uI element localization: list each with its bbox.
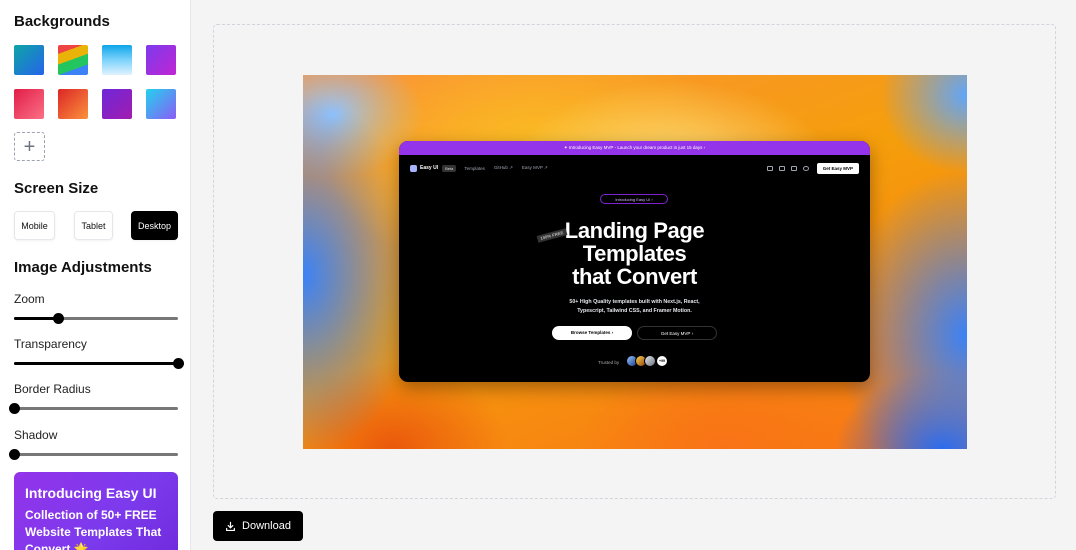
mock-navbar: Easy UI Beta Templates GitHub ↗ Easy MVP… [410,162,859,174]
mock-avatar-count: +99 [656,355,668,367]
zoom-label: Zoom [14,292,45,306]
zoom-slider-thumb[interactable] [53,313,65,324]
swatch-orange-red[interactable] [58,89,88,119]
screen-size-tablet-button[interactable]: Tablet [74,211,113,240]
backgrounds-title: Backgrounds [14,13,110,30]
screen-size-title: Screen Size [14,180,99,197]
mock-headline: Landing Page Templates that Convert [399,219,870,288]
mock-headline-line: that Convert [572,264,697,289]
zoom-slider-fill [14,317,59,320]
mock-avatar [644,355,656,367]
border-radius-slider-thumb[interactable] [9,403,20,414]
preview-image: ✦ Introducing Easy MVP - Launch your dre… [303,75,967,449]
mock-trusted-by: Trusted by [598,360,620,365]
mock-intro-pill: Introducing Easy UI › [600,194,668,204]
mock-theme-toggle-icon [802,165,809,171]
mock-brand: Easy UI [420,165,439,171]
add-background-button[interactable]: + [14,132,45,161]
mock-nav-link-easy-mvp: Easy MVP ↗ [521,165,548,170]
download-icon [226,521,235,531]
plus-icon: + [23,135,36,158]
screen-size-mobile-button[interactable]: Mobile [14,211,55,240]
mock-headline-line: Landing Page [564,218,705,243]
shadow-label: Shadow [14,428,58,442]
mock-announcement-banner: ✦ Introducing Easy MVP - Launch your dre… [399,141,870,155]
mock-browse-templates-button: Browse Templates › [552,326,632,340]
mock-subtitle-line: 50+ High Quality templates built with Ne… [569,299,700,305]
mock-subtitle-line: Typescript, Tailwind CSS, and Framer Mot… [577,308,692,314]
download-button[interactable]: Download [213,511,303,541]
transparency-slider[interactable] [14,358,184,369]
download-label: Download [242,520,291,532]
transparency-label: Transparency [14,337,87,351]
mock-social-icon [766,165,773,171]
screenshot-mockup: ✦ Introducing Easy MVP - Launch your dre… [399,141,870,382]
zoom-slider[interactable] [14,313,178,324]
swatch-purple-violet[interactable] [146,45,176,75]
mock-social-icon [778,165,785,171]
swatch-sky-clouds[interactable] [102,45,132,75]
mock-social-icon [790,165,797,171]
transparency-slider-fill [14,362,178,365]
image-adjustments-title: Image Adjustments [14,259,152,276]
border-radius-label: Border Radius [14,382,91,396]
mock-cta-button: Get Easy MVP [816,162,859,174]
promo-body: Collection of 50+ FREE Website Templates… [25,508,162,550]
mock-nav-link-github: GitHub ↗ [493,165,513,170]
promo-title: Introducing Easy UI [25,485,157,501]
swatch-red-pink[interactable] [14,89,44,119]
swatch-teal-blue[interactable] [14,45,44,75]
mock-subtitle: 50+ High Quality templates built with Ne… [399,298,870,316]
shadow-slider-thumb[interactable] [9,449,20,460]
swatch-deep-purple[interactable] [102,89,132,119]
swatch-rainbow-stripes[interactable] [58,45,88,75]
screen-size-desktop-button[interactable]: Desktop [131,211,178,240]
mock-beta-badge: Beta [442,164,457,172]
mock-get-easy-mvp-button: Get Easy MVP › [637,326,717,340]
transparency-slider-thumb[interactable] [173,358,184,369]
mock-nav-link-templates: Templates [464,165,485,171]
border-radius-slider[interactable] [9,403,178,414]
swatch-cyan-violet[interactable] [146,89,176,119]
mock-headline-line: Templates [582,241,687,266]
sidebar: Backgrounds + Screen Size Mobile Tablet … [0,0,191,550]
promo-card[interactable]: Introducing Easy UI Collection of 50+ FR… [14,472,178,550]
shadow-slider[interactable] [9,449,178,460]
mock-logo-icon [410,164,417,172]
